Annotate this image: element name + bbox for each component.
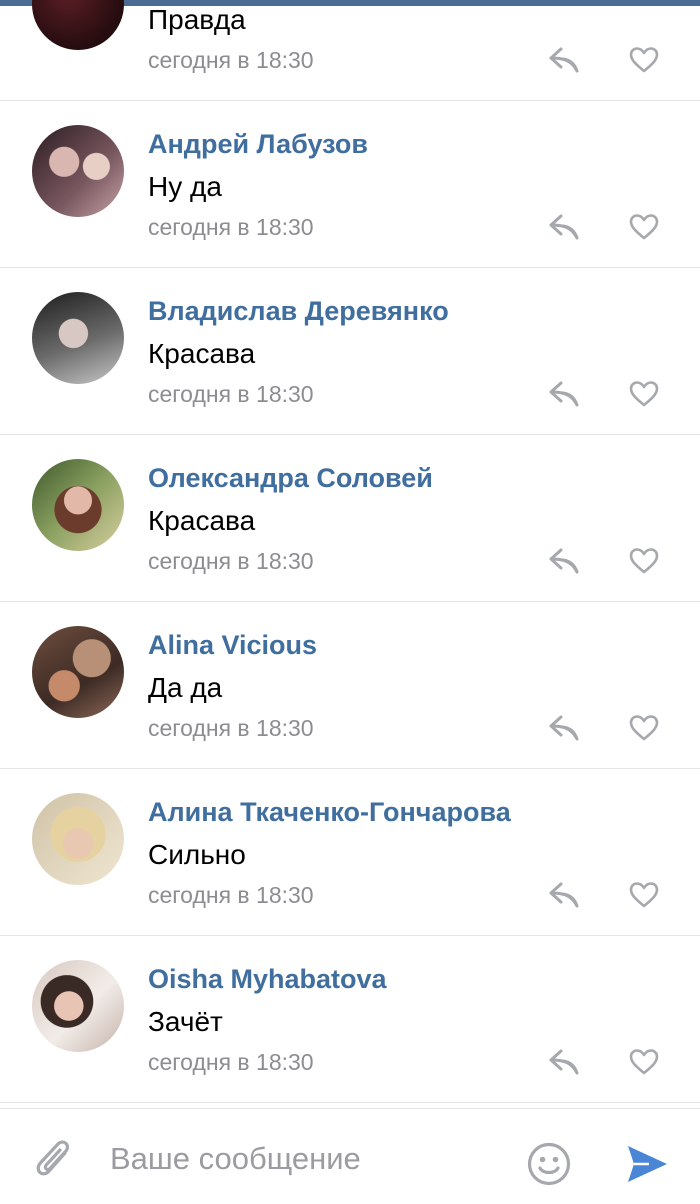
like-button[interactable]	[624, 875, 664, 915]
comment-time: сегодня в 18:30	[148, 47, 314, 73]
attach-button[interactable]	[30, 1137, 80, 1187]
comment-author[interactable]: Oisha Myhabatova	[148, 964, 387, 995]
reply-button[interactable]	[544, 541, 584, 581]
avatar[interactable]	[32, 960, 124, 1052]
reply-button[interactable]	[544, 875, 584, 915]
comment-author[interactable]: Владислав Деревянко	[148, 296, 449, 327]
comment-item: Правда сегодня в 18:30	[0, 0, 700, 101]
avatar[interactable]	[32, 793, 124, 885]
comment-time: сегодня в 18:30	[148, 1049, 314, 1075]
like-button[interactable]	[624, 541, 664, 581]
like-button[interactable]	[624, 708, 664, 748]
comment-text: Да да	[148, 672, 223, 703]
comment-time: сегодня в 18:30	[148, 548, 314, 574]
like-button[interactable]	[624, 207, 664, 247]
send-icon	[628, 1146, 667, 1182]
heart-icon	[629, 715, 659, 741]
like-button[interactable]	[624, 374, 664, 414]
comment-item: Андрей Лабузов Ну да сегодня в 18:30	[0, 101, 700, 268]
reply-icon	[549, 548, 579, 574]
comment-item: Alina Vicious Да да сегодня в 18:30	[0, 602, 700, 769]
reply-button[interactable]	[544, 708, 584, 748]
heart-icon	[629, 882, 659, 908]
comment-text: Ну да	[148, 171, 222, 202]
heart-icon	[629, 47, 659, 73]
reply-icon	[549, 381, 579, 407]
heart-icon	[629, 548, 659, 574]
reply-button[interactable]	[544, 1042, 584, 1082]
comment-time: сегодня в 18:30	[148, 381, 314, 407]
reply-button[interactable]	[544, 207, 584, 247]
heart-icon	[629, 214, 659, 240]
comment-item: Владислав Деревянко Красава сегодня в 18…	[0, 268, 700, 435]
reply-icon	[549, 214, 579, 240]
comment-author[interactable]: Алина Ткаченко-Гончарова	[148, 797, 511, 828]
avatar[interactable]	[32, 125, 124, 217]
comment-author[interactable]: Олександра Соловей	[148, 463, 433, 494]
reply-icon	[549, 47, 579, 73]
reply-button[interactable]	[544, 40, 584, 80]
avatar[interactable]	[32, 292, 124, 384]
reply-icon	[549, 882, 579, 908]
message-composer	[0, 1108, 700, 1204]
send-button[interactable]	[622, 1139, 672, 1189]
avatar[interactable]	[32, 0, 124, 50]
avatar[interactable]	[32, 626, 124, 718]
comment-text: Красава	[148, 505, 256, 536]
heart-icon	[629, 381, 659, 407]
heart-icon	[629, 1049, 659, 1075]
comment-author[interactable]: Андрей Лабузов	[148, 129, 368, 160]
comment-text: Зачёт	[148, 1006, 223, 1037]
like-button[interactable]	[624, 40, 664, 80]
paperclip-icon	[36, 1140, 70, 1176]
reply-icon	[549, 715, 579, 741]
comment-text: Красава	[148, 338, 256, 369]
comment-time: сегодня в 18:30	[148, 715, 314, 741]
comment-time: сегодня в 18:30	[148, 882, 314, 908]
smiley-icon	[527, 1142, 571, 1186]
reply-icon	[549, 1049, 579, 1075]
comment-time: сегодня в 18:30	[148, 214, 314, 240]
comment-list: Правда сегодня в 18:30 Андрей Лабузов Ну…	[0, 0, 700, 1103]
like-button[interactable]	[624, 1042, 664, 1082]
comment-item: Oisha Myhabatova Зачёт сегодня в 18:30	[0, 936, 700, 1103]
emoji-button[interactable]	[524, 1139, 574, 1189]
avatar[interactable]	[32, 459, 124, 551]
comment-item: Олександра Соловей Красава сегодня в 18:…	[0, 435, 700, 602]
comment-author[interactable]: Alina Vicious	[148, 630, 317, 661]
comment-item: Алина Ткаченко-Гончарова Сильно сегодня …	[0, 769, 700, 936]
message-input[interactable]	[110, 1131, 510, 1187]
comment-text: Сильно	[148, 839, 246, 870]
comment-text: Правда	[148, 4, 246, 35]
reply-button[interactable]	[544, 374, 584, 414]
